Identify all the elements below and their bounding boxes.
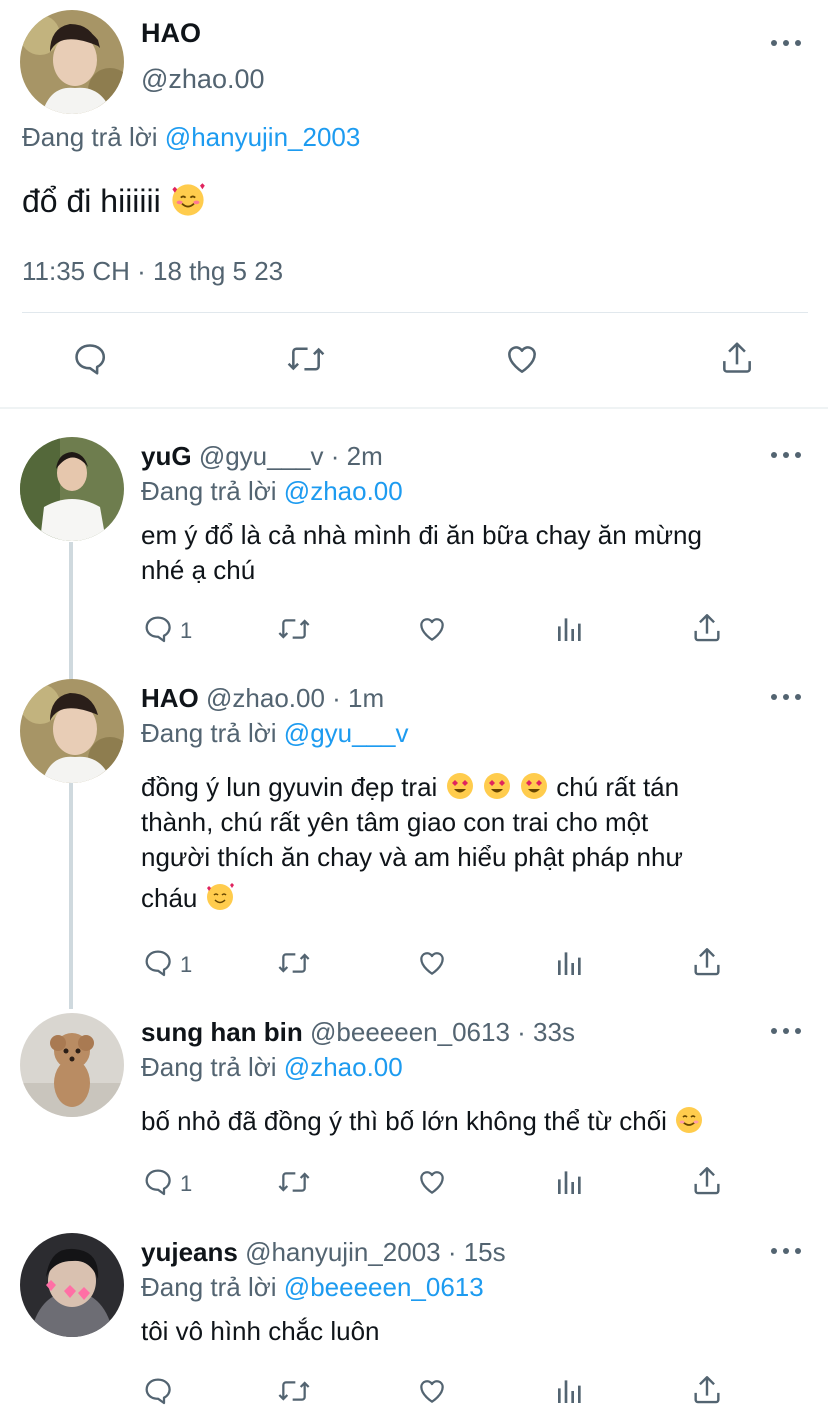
replying-to-prefix: Đang trả lời [141, 476, 277, 506]
avatar[interactable] [20, 1233, 124, 1337]
tweet-text-line: người thích ăn chay và am hiểu phật pháp… [141, 842, 683, 872]
tweet-text-line: em ý đổ là cả nhà mình đi ăn bữa chay ăn… [141, 520, 702, 550]
views-icon[interactable] [554, 947, 586, 979]
section-separator [0, 407, 828, 409]
more-icon[interactable] [771, 1026, 801, 1036]
replying-to-prefix: Đang trả lời [22, 122, 158, 152]
author-name[interactable]: HAO [141, 18, 201, 49]
retweet-icon[interactable] [276, 1166, 312, 1198]
tweet-text: tôi vô hình chắc luôn [141, 1316, 380, 1346]
views-icon[interactable] [554, 1166, 586, 1198]
retweet-icon[interactable] [276, 947, 312, 979]
retweet-icon[interactable] [285, 340, 327, 378]
smiling-face-with-hearts-icon [172, 183, 205, 216]
views-icon[interactable] [554, 613, 586, 645]
more-icon[interactable] [771, 38, 801, 48]
share-icon[interactable] [690, 611, 724, 645]
more-icon[interactable] [771, 1246, 801, 1256]
replying-to-prefix: Đang trả lời [141, 1272, 277, 1302]
avatar[interactable] [20, 679, 124, 783]
author-handle[interactable]: @zhao.00 · 1m [206, 683, 384, 713]
replying-to-handle[interactable]: @gyu___v [284, 718, 409, 748]
reply-header: yuG @gyu___v · 2m [141, 441, 383, 472]
replying-to-handle[interactable]: @zhao.00 [284, 476, 403, 506]
tweet-text-line: nhé ạ chú [141, 555, 256, 585]
avatar[interactable] [20, 437, 124, 541]
more-icon[interactable] [771, 450, 801, 460]
heart-icon[interactable] [415, 613, 449, 645]
share-icon[interactable] [690, 1373, 724, 1407]
reply-icon[interactable] [141, 1375, 175, 1407]
tweet-text: đồng ý lun gyuvin đẹp trai chú rất tán t… [141, 770, 791, 916]
avatar[interactable] [20, 10, 124, 114]
reply-header: sung han bin @beeeeen_0613 · 33s [141, 1017, 575, 1048]
tweet-text-line-start: đồng ý lun gyuvin đẹp trai [141, 772, 438, 802]
reply-icon[interactable] [71, 340, 109, 378]
author-name[interactable]: yuG [141, 441, 192, 471]
tweet-text-line: thành, chú rất yên tâm giao con trai cho… [141, 807, 649, 837]
heart-icon[interactable] [502, 340, 542, 378]
replying-to-handle[interactable]: @zhao.00 [284, 1052, 403, 1082]
smiling-face-icon [676, 1107, 703, 1133]
author-name[interactable]: yujeans [141, 1237, 238, 1267]
divider [22, 312, 808, 313]
tweet-text-line: đồng ý lun gyuvin đẹp trai chú rất tán [141, 770, 791, 805]
share-icon[interactable] [718, 338, 756, 378]
replying-to-handle[interactable]: @hanyujin_2003 [165, 122, 361, 152]
smiling-face-with-hearts-icon [206, 883, 234, 910]
retweet-icon[interactable] [276, 613, 312, 645]
reply-icon[interactable] [141, 1166, 175, 1198]
reply-count: 1 [180, 952, 193, 977]
tweet-text-body: bố nhỏ đã đồng ý thì bố lớn không thể từ… [141, 1106, 667, 1136]
author-handle[interactable]: @beeeeen_0613 · 33s [310, 1017, 575, 1047]
reply-count: 1 [180, 1171, 193, 1196]
heart-icon[interactable] [415, 1166, 449, 1198]
author-handle[interactable]: @gyu___v · 2m [199, 441, 383, 471]
tweet-text: đổ đi hiiiiii [22, 182, 206, 220]
author-handle[interactable]: @zhao.00 [141, 64, 265, 95]
replying-to: Đang trả lời @gyu___v [141, 718, 409, 749]
replying-to: Đang trả lời @hanyujin_2003 [22, 122, 360, 153]
avatar[interactable] [20, 1013, 124, 1117]
author-name[interactable]: HAO [141, 683, 199, 713]
replying-to: Đang trả lời @beeeeen_0613 [141, 1272, 484, 1303]
reply-icon[interactable] [141, 613, 175, 645]
replying-to-prefix: Đang trả lời [141, 718, 277, 748]
tweet-text-line: cháu [141, 881, 791, 916]
author-handle[interactable]: @hanyujin_2003 · 15s [245, 1237, 506, 1267]
share-icon[interactable] [690, 945, 724, 979]
heart-icon[interactable] [415, 947, 449, 979]
replying-to: Đang trả lời @zhao.00 [141, 1052, 403, 1083]
tweet-text-body: đổ đi hiiiiii [22, 183, 161, 219]
tweet-timestamp[interactable]: 11:35 CH · 18 thg 5 23 [22, 256, 283, 287]
tweet-text: em ý đổ là cả nhà mình đi ăn bữa chay ăn… [141, 518, 791, 588]
tweet-text-line-start: cháu [141, 883, 198, 913]
reply-icon[interactable] [141, 947, 175, 979]
heart-eyes-emoji-icon [483, 773, 510, 799]
reply-header: HAO @zhao.00 · 1m [141, 683, 384, 714]
views-icon[interactable] [554, 1375, 586, 1407]
replying-to: Đang trả lời @zhao.00 [141, 476, 403, 507]
share-icon[interactable] [690, 1164, 724, 1198]
reply-count: 1 [180, 618, 193, 643]
tweet-text: bố nhỏ đã đồng ý thì bố lớn không thể từ… [141, 1104, 791, 1139]
heart-eyes-emoji-icon [446, 773, 473, 799]
more-icon[interactable] [771, 692, 801, 702]
heart-eyes-emoji-icon [521, 773, 548, 799]
retweet-icon[interactable] [276, 1375, 312, 1407]
author-name[interactable]: sung han bin [141, 1017, 303, 1047]
replying-to-handle[interactable]: @beeeeen_0613 [284, 1272, 484, 1302]
tweet-text-line-end: chú rất tán [556, 772, 680, 802]
replying-to-prefix: Đang trả lời [141, 1052, 277, 1082]
reply-header: yujeans @hanyujin_2003 · 15s [141, 1237, 506, 1268]
heart-icon[interactable] [415, 1375, 449, 1407]
